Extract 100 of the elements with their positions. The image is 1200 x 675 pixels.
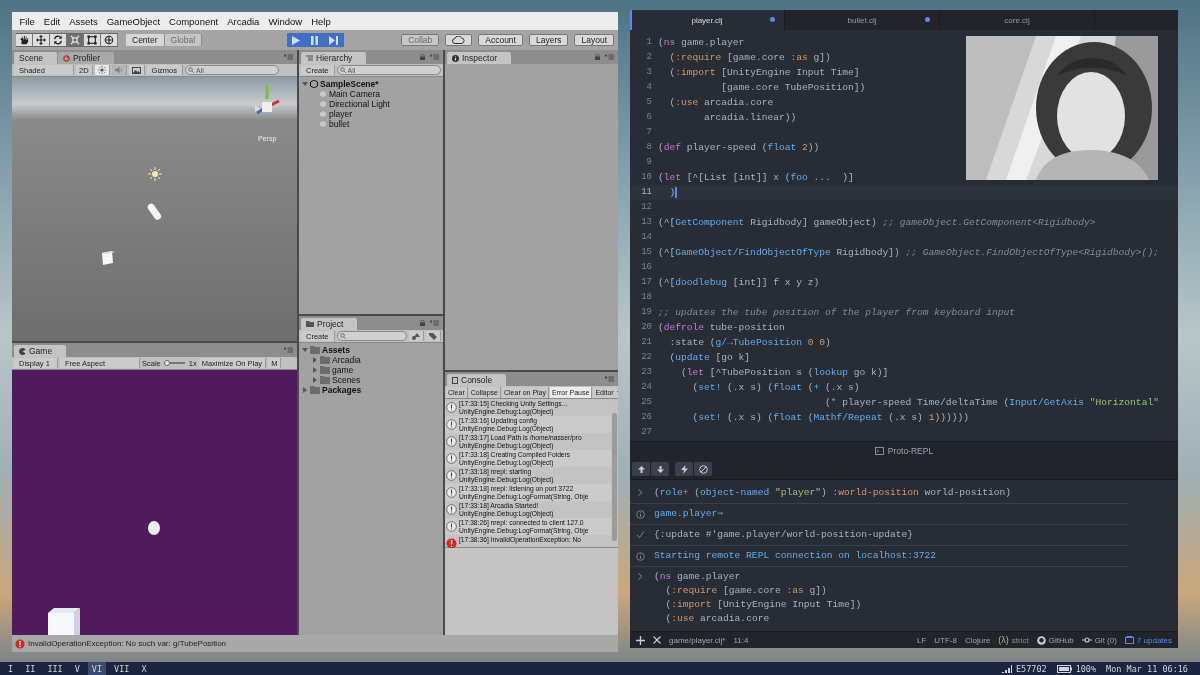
orientation-gizmo[interactable]: [255, 85, 280, 115]
caret-icon[interactable]: [312, 377, 318, 383]
search-icon: [339, 67, 346, 73]
network-name: E57702: [1015, 663, 1047, 674]
panel-tab[interactable]: Game: [14, 345, 67, 357]
lighting-toggle[interactable]: [94, 65, 110, 75]
lock-icon[interactable]: [595, 54, 600, 60]
scale-slider[interactable]: [164, 360, 185, 366]
panel-menu-icon[interactable]: [284, 54, 293, 60]
tool-button[interactable]: [84, 33, 101, 47]
playback-button[interactable]: [286, 33, 306, 47]
code-line: (set! (.x s) (float (Mathf/Repeat (.x s) 1)))))): [691, 411, 970, 425]
caret-icon[interactable]: [302, 81, 308, 87]
panel-tab[interactable]: Hierarchy: [301, 52, 367, 64]
panel-menu-icon[interactable]: [284, 347, 293, 353]
file-path[interactable]: game/player.clj*: [669, 635, 726, 645]
tool-button[interactable]: [33, 33, 50, 47]
menu-item[interactable]: Help: [306, 15, 336, 27]
panel-menu-icon[interactable]: [430, 320, 439, 326]
layers-dropdown[interactable]: Layers: [528, 34, 569, 46]
panel-tab[interactable]: Scene: [14, 52, 58, 64]
tree-item[interactable]: Assets: [299, 345, 443, 355]
menu-item[interactable]: Assets: [64, 15, 103, 27]
panel-menu-icon[interactable]: [605, 376, 614, 382]
step-icon: [329, 35, 338, 45]
caret-icon[interactable]: [312, 357, 318, 363]
updates-button[interactable]: 7 updates: [1124, 635, 1172, 645]
panel-tab[interactable]: Console: [447, 374, 507, 386]
scrollbar[interactable]: [612, 413, 617, 541]
unity-scene-icon: [310, 80, 318, 88]
workspace-button[interactable]: VII: [110, 662, 134, 675]
line-number: 17: [640, 276, 653, 289]
line-number: 4: [645, 81, 653, 94]
lock-icon[interactable]: [420, 54, 425, 60]
tree-item[interactable]: Directional Light: [299, 99, 443, 109]
tool-button[interactable]: [16, 33, 33, 47]
github-button[interactable]: GitHub: [1036, 635, 1074, 645]
tool-button[interactable]: [50, 33, 67, 47]
info-icon: [446, 453, 457, 464]
repl-button[interactable]: [694, 462, 712, 476]
slider-thumb[interactable]: [163, 360, 170, 366]
repl-button[interactable]: [632, 462, 650, 476]
line-number: 15: [640, 246, 653, 259]
pivot-button[interactable]: Center: [126, 34, 165, 46]
cursor-position[interactable]: 11:4: [733, 635, 749, 645]
tree-item[interactable]: Scenes: [299, 375, 443, 385]
lambda-indicator[interactable]: (λ): [998, 635, 1009, 645]
audio-toggle[interactable]: [111, 65, 127, 75]
menu-item[interactable]: GameObject: [102, 15, 165, 27]
tree-item[interactable]: Main Camera: [299, 89, 443, 99]
chevron-icon: [636, 489, 645, 496]
menu-item[interactable]: Edit: [39, 15, 65, 27]
panel-tab[interactable]: Profiler: [58, 52, 115, 64]
pause-icon: [311, 35, 318, 45]
profiler-icon: [63, 54, 71, 62]
panel-tab[interactable]: Project: [301, 318, 358, 330]
workspace-button[interactable]: III: [43, 662, 67, 675]
workspace-button[interactable]: II: [21, 662, 40, 675]
workspace-button[interactable]: I: [4, 662, 18, 675]
cloud-button[interactable]: [445, 34, 473, 46]
git-button[interactable]: Git (0): [1081, 635, 1117, 645]
tree-item[interactable]: Arcadia: [299, 355, 443, 365]
repl-line: Starting remote REPL connection on localhost:3722: [654, 549, 937, 563]
account-dropdown[interactable]: Account: [478, 34, 523, 46]
filter-button[interactable]: [409, 331, 424, 341]
menu-item[interactable]: File: [15, 15, 40, 27]
repl-button[interactable]: [651, 462, 669, 476]
layout-dropdown[interactable]: Layout: [574, 34, 614, 46]
code-line: (def player-speed (float 2)): [658, 141, 821, 155]
code-line: [game.core TubePosition]): [720, 81, 867, 95]
encoding[interactable]: UTF-8: [934, 635, 957, 645]
line-ending[interactable]: LF: [916, 635, 927, 645]
tool-button[interactable]: [101, 33, 118, 47]
grammar[interactable]: Clojure: [965, 635, 991, 645]
tree-item[interactable]: player: [299, 109, 443, 119]
caret-icon[interactable]: [302, 347, 308, 353]
menu-item[interactable]: Window: [263, 15, 307, 27]
menu-item[interactable]: Arcadia: [222, 15, 264, 27]
label-button[interactable]: [426, 331, 441, 341]
lock-icon[interactable]: [420, 320, 425, 326]
tree-item[interactable]: Packages: [299, 385, 443, 395]
panel-menu-icon[interactable]: [605, 54, 614, 60]
caret-icon[interactable]: [312, 367, 318, 373]
menu-item[interactable]: Component: [164, 15, 223, 27]
tree-item[interactable]: bullet: [299, 119, 443, 129]
add-icon[interactable]: [636, 635, 645, 645]
line-number: 26: [640, 411, 653, 424]
workspace-button[interactable]: VI: [87, 662, 107, 675]
tree-item[interactable]: game: [299, 365, 443, 375]
search-field[interactable]: [336, 331, 407, 341]
workspace-button[interactable]: V: [70, 662, 84, 675]
panel-menu-icon[interactable]: [430, 54, 439, 60]
workspace-button[interactable]: X: [137, 662, 151, 675]
tree-item[interactable]: SampleScene*: [299, 79, 443, 89]
repl-button[interactable]: [675, 462, 693, 476]
panel-tab[interactable]: Inspector: [447, 52, 511, 64]
close-icon[interactable]: [653, 636, 661, 644]
caret-icon[interactable]: [302, 387, 308, 393]
editor-tab[interactable]: player.clj: [630, 10, 785, 30]
effects-dropdown[interactable]: [128, 65, 145, 75]
